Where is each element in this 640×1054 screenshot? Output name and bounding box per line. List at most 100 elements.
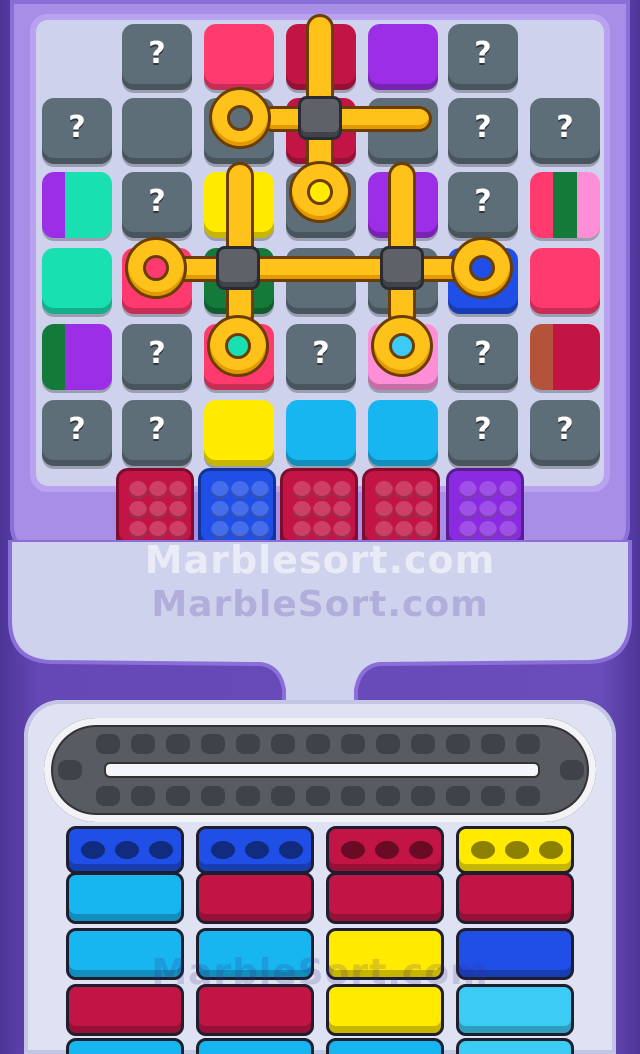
striped-tile[interactable] bbox=[530, 172, 600, 238]
marble bbox=[231, 521, 249, 539]
pin-ring[interactable] bbox=[209, 87, 271, 149]
marble bbox=[375, 501, 393, 519]
hidden-tile[interactable]: ? bbox=[286, 324, 356, 390]
track-slot bbox=[131, 786, 155, 806]
pin-ring[interactable] bbox=[371, 315, 433, 377]
marble bbox=[169, 481, 187, 499]
track-slot bbox=[446, 786, 470, 806]
marble bbox=[375, 481, 393, 499]
cyan-holder bbox=[326, 1038, 444, 1054]
track-slot bbox=[236, 786, 260, 806]
yellow-holder[interactable] bbox=[456, 826, 574, 874]
crimson-holder[interactable] bbox=[326, 826, 444, 874]
marble bbox=[293, 521, 311, 539]
pin-rod[interactable] bbox=[150, 256, 490, 282]
hidden-tile[interactable]: ? bbox=[530, 400, 600, 466]
marble bbox=[333, 521, 351, 539]
marble bbox=[231, 501, 249, 519]
pin-joint bbox=[380, 246, 424, 290]
track-slot bbox=[446, 734, 470, 754]
marble bbox=[479, 481, 497, 499]
holder-slot bbox=[539, 841, 563, 859]
hidden-tile[interactable]: ? bbox=[122, 24, 192, 90]
hidden-tile[interactable]: ? bbox=[448, 324, 518, 390]
track-slot bbox=[201, 786, 225, 806]
marble bbox=[415, 521, 433, 539]
marble bbox=[499, 501, 517, 519]
track-slot bbox=[411, 734, 435, 754]
holder-slot bbox=[115, 841, 139, 859]
cyan-tile[interactable] bbox=[368, 400, 438, 466]
watermark-text: MarbleSort.com bbox=[151, 584, 489, 625]
hidden-tile[interactable]: ? bbox=[122, 172, 192, 238]
hidden-tile[interactable]: ? bbox=[448, 172, 518, 238]
holder-slot bbox=[211, 841, 235, 859]
track-slot bbox=[481, 734, 505, 754]
ring-hole bbox=[225, 333, 251, 359]
track-slot bbox=[166, 734, 190, 754]
teal-tile[interactable] bbox=[42, 248, 112, 314]
pink-tile[interactable] bbox=[204, 24, 274, 90]
holder-slot bbox=[279, 841, 303, 859]
marble bbox=[293, 481, 311, 499]
track-slot bbox=[341, 786, 365, 806]
hidden-tile[interactable]: ? bbox=[448, 400, 518, 466]
yellow-tile[interactable] bbox=[204, 400, 274, 466]
marble bbox=[415, 481, 433, 499]
hidden-tile[interactable]: ? bbox=[42, 98, 112, 164]
question-mark-icon: ? bbox=[474, 184, 492, 219]
blue-holder[interactable] bbox=[66, 826, 184, 874]
hidden-tile[interactable]: ? bbox=[448, 24, 518, 90]
marble bbox=[251, 501, 269, 519]
pin-ring[interactable] bbox=[125, 237, 187, 299]
hidden-tile[interactable]: ? bbox=[42, 400, 112, 466]
holder-slot bbox=[149, 841, 173, 859]
holder-slot bbox=[409, 841, 433, 859]
marble bbox=[149, 481, 167, 499]
holder-slot bbox=[471, 841, 495, 859]
holder-slot bbox=[341, 841, 365, 859]
crimson-holder bbox=[196, 872, 314, 924]
marble bbox=[129, 521, 147, 539]
pin-ring[interactable] bbox=[451, 237, 513, 299]
hidden-tile[interactable]: ? bbox=[122, 400, 192, 466]
cyan-tile[interactable] bbox=[286, 400, 356, 466]
track-slot bbox=[96, 786, 120, 806]
striped-tile[interactable] bbox=[42, 324, 112, 390]
question-mark-icon: ? bbox=[474, 412, 492, 447]
question-mark-icon: ? bbox=[474, 110, 492, 145]
track-slot bbox=[411, 786, 435, 806]
marble bbox=[149, 521, 167, 539]
cyan-holder bbox=[66, 872, 184, 924]
pin-ring[interactable] bbox=[289, 161, 351, 223]
ring-hole bbox=[143, 255, 169, 281]
striped-tile[interactable] bbox=[530, 324, 600, 390]
hidden-tile[interactable]: ? bbox=[448, 98, 518, 164]
marble bbox=[211, 481, 229, 499]
track-slot bbox=[201, 734, 225, 754]
marble bbox=[211, 521, 229, 539]
marble bbox=[169, 521, 187, 539]
blue-holder[interactable] bbox=[196, 826, 314, 874]
crimson-holder bbox=[326, 872, 444, 924]
pin-rod[interactable] bbox=[260, 106, 432, 132]
track-slot bbox=[481, 786, 505, 806]
pink-tile[interactable] bbox=[530, 248, 600, 314]
question-mark-icon: ? bbox=[68, 412, 86, 447]
track-rail bbox=[104, 762, 540, 778]
holder-slot bbox=[505, 841, 529, 859]
marble bbox=[333, 481, 351, 499]
hidden-tile[interactable]: ? bbox=[122, 324, 192, 390]
marble bbox=[459, 521, 477, 539]
question-mark-icon: ? bbox=[312, 336, 330, 371]
hidden-tile[interactable]: ? bbox=[530, 98, 600, 164]
grey-tile[interactable] bbox=[122, 98, 192, 164]
track-slot bbox=[516, 786, 540, 806]
question-mark-icon: ? bbox=[474, 336, 492, 371]
purple-tile[interactable] bbox=[368, 24, 438, 90]
marble bbox=[129, 481, 147, 499]
marble bbox=[395, 481, 413, 499]
cyan-holder bbox=[66, 1038, 184, 1054]
pin-ring[interactable] bbox=[207, 315, 269, 377]
striped-tile[interactable] bbox=[42, 172, 112, 238]
